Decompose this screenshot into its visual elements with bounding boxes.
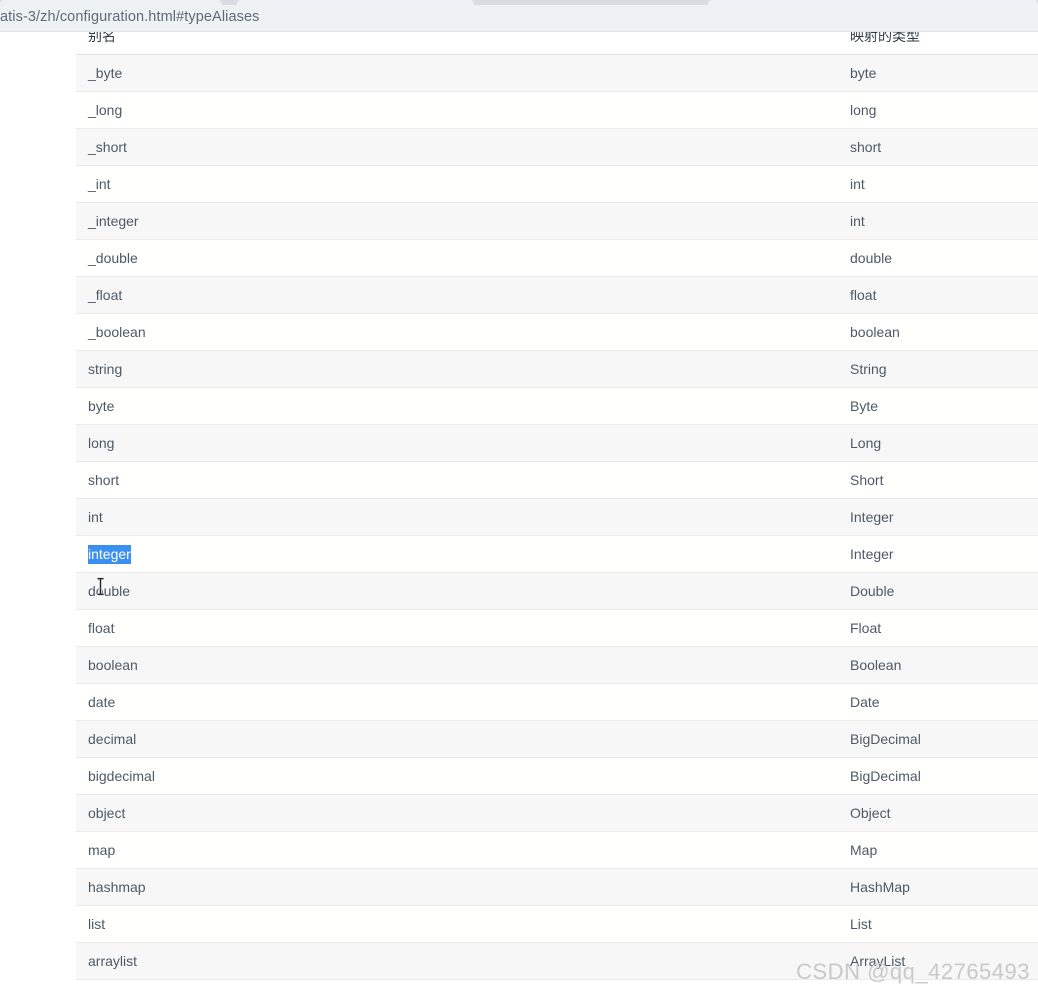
table-row[interactable]: long Long: [76, 424, 1038, 462]
alias-cell[interactable]: _integer: [76, 202, 838, 240]
alias-cell[interactable]: _double: [76, 239, 838, 277]
alias-cell[interactable]: float: [76, 609, 838, 647]
column-header-alias: 别名: [76, 32, 838, 55]
mapped-type-cell[interactable]: Float: [838, 609, 1038, 647]
table-row[interactable]: _short short: [76, 128, 1038, 166]
table-row[interactable]: decimal BigDecimal: [76, 720, 1038, 758]
mapped-type-cell[interactable]: Integer: [838, 498, 1038, 536]
type-aliases-table-container: 别名 映射的类型 _byte byte _long long _short short _i…: [76, 32, 1038, 980]
mapped-type-cell[interactable]: HashMap: [838, 868, 1038, 906]
mapped-type-cell[interactable]: List: [838, 905, 1038, 943]
alias-cell[interactable]: _byte: [76, 54, 838, 92]
table-row[interactable]: integer Integer: [76, 535, 1038, 573]
table-row[interactable]: string String: [76, 350, 1038, 388]
mapped-type-cell[interactable]: int: [838, 165, 1038, 203]
mapped-type-cell[interactable]: Object: [838, 794, 1038, 832]
table-row[interactable]: int Integer: [76, 498, 1038, 536]
mapped-type-cell[interactable]: short: [838, 128, 1038, 166]
alias-cell[interactable]: _int: [76, 165, 838, 203]
mapped-type-cell[interactable]: Date: [838, 683, 1038, 721]
mapped-type-cell[interactable]: long: [838, 91, 1038, 129]
type-aliases-table: 别名 映射的类型 _byte byte _long long _short short _i…: [76, 32, 1038, 980]
mapped-type-cell[interactable]: int: [838, 202, 1038, 240]
table-head: 别名 映射的类型: [76, 32, 1038, 55]
mapped-type-cell[interactable]: BigDecimal: [838, 757, 1038, 795]
table-row[interactable]: boolean Boolean: [76, 646, 1038, 684]
table-row[interactable]: byte Byte: [76, 387, 1038, 425]
alias-cell[interactable]: _float: [76, 276, 838, 314]
alias-cell[interactable]: arraylist: [76, 942, 838, 980]
alias-cell[interactable]: decimal: [76, 720, 838, 758]
mapped-type-cell[interactable]: Boolean: [838, 646, 1038, 684]
alias-cell[interactable]: map: [76, 831, 838, 869]
table-row[interactable]: double Double: [76, 572, 1038, 610]
address-bar[interactable]: atis-3/zh/configuration.html#typeAliases: [0, 5, 1038, 32]
alias-cell[interactable]: _boolean: [76, 313, 838, 351]
alias-cell[interactable]: boolean: [76, 646, 838, 684]
mapped-type-cell[interactable]: boolean: [838, 313, 1038, 351]
alias-cell[interactable]: _long: [76, 91, 838, 129]
mapped-type-cell[interactable]: float: [838, 276, 1038, 314]
alias-cell[interactable]: _short: [76, 128, 838, 166]
table-row[interactable]: hashmap HashMap: [76, 868, 1038, 906]
alias-cell[interactable]: integer: [76, 535, 838, 573]
table-row[interactable]: _double double: [76, 239, 1038, 277]
mapped-type-cell[interactable]: BigDecimal: [838, 720, 1038, 758]
table-row[interactable]: _byte byte: [76, 54, 1038, 92]
table-row[interactable]: _integer int: [76, 202, 1038, 240]
mapped-type-cell[interactable]: Double: [838, 572, 1038, 610]
table-row[interactable]: _long long: [76, 91, 1038, 129]
table-row[interactable]: short Short: [76, 461, 1038, 499]
selected-text[interactable]: integer: [88, 545, 131, 564]
csdn-watermark: CSDN @qq_42765493: [796, 959, 1030, 984]
alias-cell[interactable]: string: [76, 350, 838, 388]
mapped-type-cell[interactable]: Integer: [838, 535, 1038, 573]
alias-cell[interactable]: date: [76, 683, 838, 721]
table-row[interactable]: list List: [76, 905, 1038, 943]
address-bar-url-text: atis-3/zh/configuration.html#typeAliases: [0, 9, 260, 25]
alias-cell[interactable]: hashmap: [76, 868, 838, 906]
table-row[interactable]: float Float: [76, 609, 1038, 647]
mapped-type-cell[interactable]: byte: [838, 54, 1038, 92]
table-row[interactable]: bigdecimal BigDecimal: [76, 757, 1038, 795]
table-row[interactable]: date Date: [76, 683, 1038, 721]
alias-cell[interactable]: bigdecimal: [76, 757, 838, 795]
table-row[interactable]: _float float: [76, 276, 1038, 314]
alias-cell[interactable]: short: [76, 461, 838, 499]
alias-cell[interactable]: int: [76, 498, 838, 536]
page-content: 别名 映射的类型 _byte byte _long long _short short _i…: [0, 32, 1038, 991]
table-row[interactable]: _boolean boolean: [76, 313, 1038, 351]
table-row[interactable]: object Object: [76, 794, 1038, 832]
table-row[interactable]: map Map: [76, 831, 1038, 869]
alias-cell[interactable]: long: [76, 424, 838, 462]
table-row[interactable]: _int int: [76, 165, 1038, 203]
alias-cell[interactable]: double: [76, 572, 838, 610]
mapped-type-cell[interactable]: double: [838, 239, 1038, 277]
alias-cell[interactable]: object: [76, 794, 838, 832]
alias-cell[interactable]: list: [76, 905, 838, 943]
mapped-type-cell[interactable]: Map: [838, 831, 1038, 869]
table-body: _byte byte _long long _short short _int int _int…: [76, 54, 1038, 980]
mapped-type-cell[interactable]: Short: [838, 461, 1038, 499]
table-header-row: 别名 映射的类型: [76, 32, 1038, 55]
mapped-type-cell[interactable]: Byte: [838, 387, 1038, 425]
alias-cell[interactable]: byte: [76, 387, 838, 425]
mapped-type-cell[interactable]: Long: [838, 424, 1038, 462]
mapped-type-cell[interactable]: String: [838, 350, 1038, 388]
column-header-mapped-type: 映射的类型: [838, 32, 1038, 55]
